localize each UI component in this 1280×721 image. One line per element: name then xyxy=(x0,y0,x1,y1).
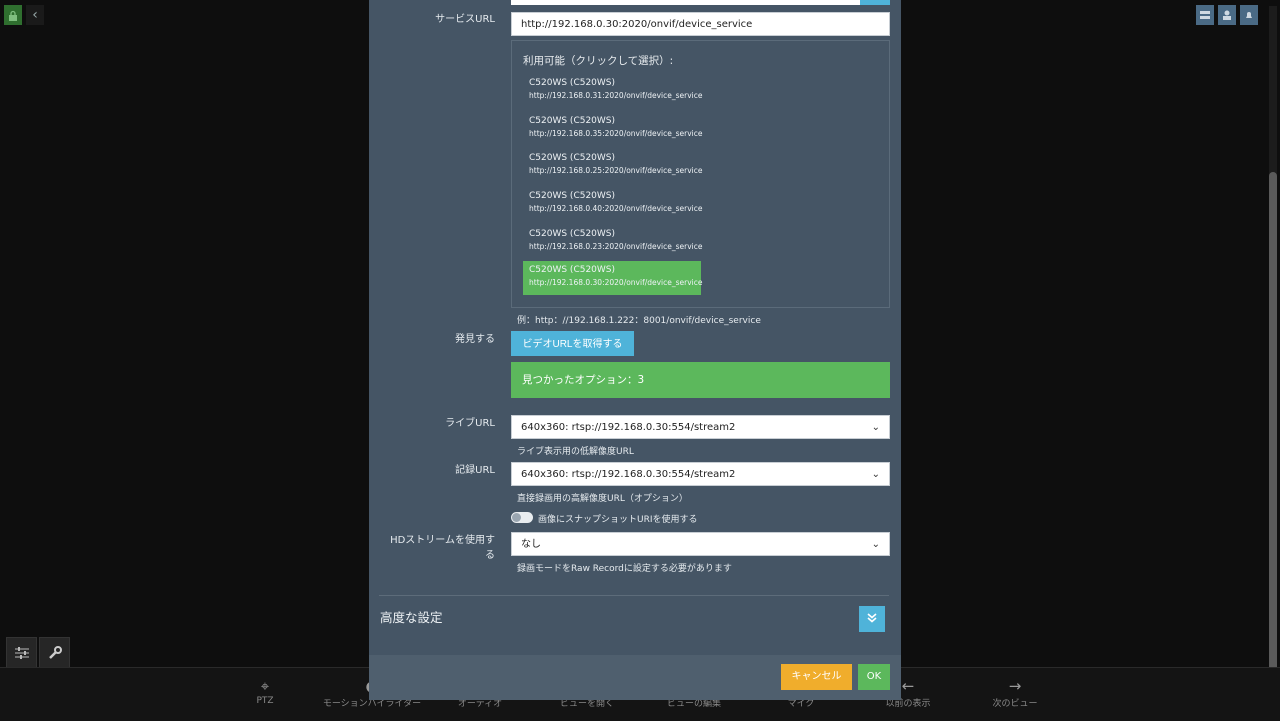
divider xyxy=(379,595,889,596)
discover-label: 発見する xyxy=(455,334,495,345)
available-devices-panel: 利用可能（クリックして選択）: C520WS (C520WS) http://1… xyxy=(511,40,890,308)
device-option[interactable]: C520WS (C520WS) http://192.168.0.40:2020… xyxy=(523,187,703,221)
advanced-settings-title: 高度な設定 xyxy=(380,610,443,625)
service-url-example: 例：http：//192.168.1.222：8001/onvif/device… xyxy=(517,316,761,326)
discovery-result-alert: 見つかったオプション：3 xyxy=(511,362,890,398)
record-url-label: 記録URL xyxy=(455,465,495,476)
layout-icon[interactable] xyxy=(1196,5,1214,25)
hd-stream-select[interactable]: なし ⌄ xyxy=(511,532,890,556)
wrench-icon[interactable] xyxy=(39,637,70,668)
ptz-button[interactable]: ⌖ PTZ xyxy=(215,676,315,706)
chevron-down-icon: ⌄ xyxy=(871,422,880,433)
get-video-url-button[interactable]: ビデオURLを取得する xyxy=(511,331,634,356)
next-view-button[interactable]: → 次のビュー xyxy=(965,676,1065,709)
side-tools xyxy=(6,637,70,668)
bell-icon[interactable] xyxy=(1240,5,1258,25)
live-url-help: ライブ表示用の低解像度URL xyxy=(517,447,634,457)
snapshot-uri-toggle[interactable] xyxy=(511,512,533,523)
previous-input-edge[interactable] xyxy=(511,0,861,5)
scrollbar-thumb[interactable] xyxy=(1269,172,1277,672)
record-url-help: 直接録画用の高解像度URL（オプション） xyxy=(517,494,688,504)
device-option[interactable]: C520WS (C520WS) http://192.168.0.31:2020… xyxy=(523,74,703,108)
service-url-label: サービスURL xyxy=(435,14,495,25)
hd-stream-help: 録画モードをRaw Recordに設定する必要があります xyxy=(517,564,732,574)
arrow-right-icon: → xyxy=(1008,677,1022,695)
chevron-down-icon: ⌄ xyxy=(871,469,880,480)
cancel-button[interactable]: キャンセル xyxy=(781,664,852,690)
sliders-icon[interactable] xyxy=(6,637,37,668)
double-chevron-down-icon xyxy=(867,612,877,626)
top-left-toolbar: ‹ xyxy=(4,5,44,25)
record-url-select[interactable]: 640x360: rtsp://192.168.0.30:554/stream2… xyxy=(511,462,890,486)
device-option[interactable]: C520WS (C520WS) http://192.168.0.35:2020… xyxy=(523,112,703,146)
top-right-toolbar xyxy=(1196,5,1258,25)
user-icon[interactable] xyxy=(1218,5,1236,25)
expand-advanced-button[interactable] xyxy=(859,606,885,632)
device-option[interactable]: C520WS (C520WS) http://192.168.0.23:2020… xyxy=(523,225,703,259)
previous-button-edge[interactable] xyxy=(860,0,890,5)
live-url-select[interactable]: 640x360: rtsp://192.168.0.30:554/stream2… xyxy=(511,415,890,439)
chevron-down-icon: ⌄ xyxy=(871,539,880,550)
service-url-input[interactable]: http://192.168.0.30:2020/onvif/device_se… xyxy=(511,12,890,36)
crosshair-icon: ⌖ xyxy=(260,677,270,695)
back-arrow-icon[interactable]: ‹ xyxy=(26,5,44,25)
hd-stream-label: HDストリームを使用す る xyxy=(390,535,495,561)
device-option[interactable]: C520WS (C520WS) http://192.168.0.25:2020… xyxy=(523,149,703,183)
lock-icon[interactable] xyxy=(4,5,22,25)
ok-button[interactable]: OK xyxy=(858,664,890,690)
device-option-selected[interactable]: C520WS (C520WS) http://192.168.0.30:2020… xyxy=(523,261,703,295)
camera-settings-modal: サービスURL http://192.168.0.30:2020/onvif/d… xyxy=(369,0,901,700)
snapshot-uri-label: 画像にスナップショットURIを使用する xyxy=(538,515,698,525)
live-url-label: ライブURL xyxy=(445,418,495,429)
available-devices-title: 利用可能（クリックして選択）: xyxy=(523,55,674,67)
